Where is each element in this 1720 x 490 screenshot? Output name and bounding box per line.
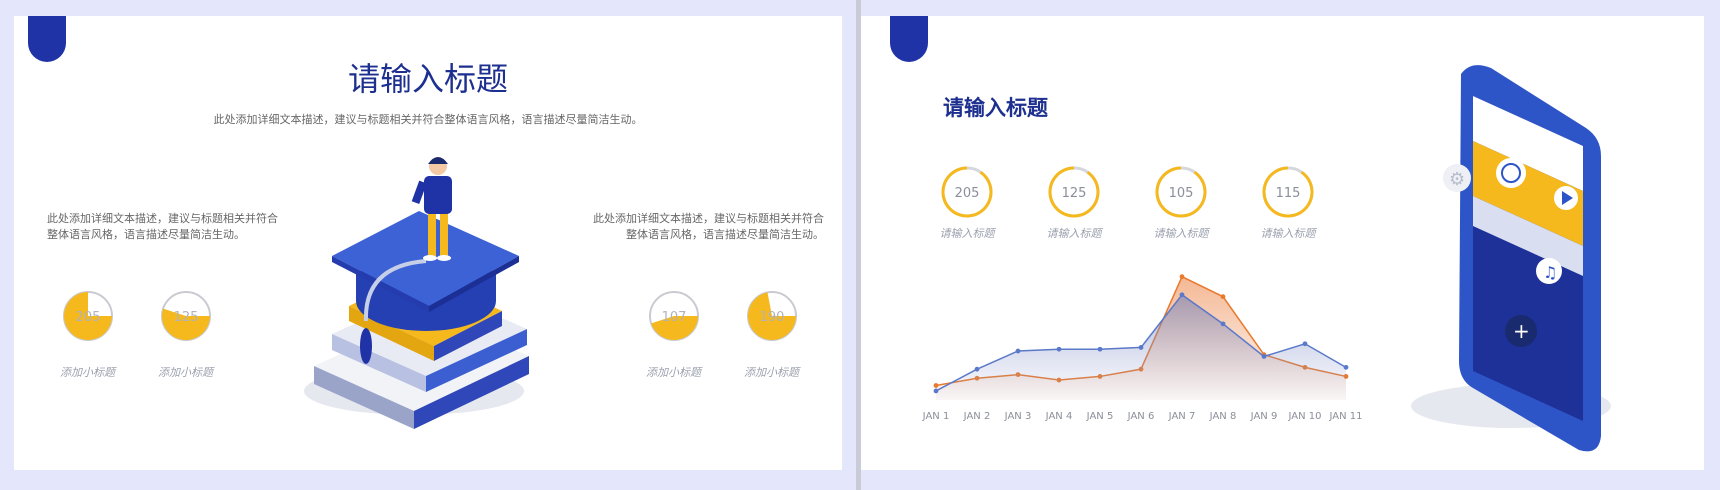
phone-illustration: ♫ + ⚙ [1411,65,1611,470]
svg-text:♫: ♫ [1543,263,1557,282]
svg-text:+: + [1513,319,1530,343]
home-button [1501,438,1551,470]
slide-left: 请输入标题 此处添加详细文本描述，建议与标题相关并符合整体语言风格，语言描述尽量… [0,0,856,490]
graduation-books-illustration [304,157,529,429]
slide-card: 请输入标题 205 125 105 115 请输入标题 请输入标题 请输入标题 请输入… [861,16,1704,470]
slide-right: 请输入标题 205 125 105 115 请输入标题 请输入标题 请输入标题 请输入… [861,0,1720,490]
slide-card: 请输入标题 此处添加详细文本描述，建议与标题相关并符合整体语言风格，语言描述尽量… [14,16,842,470]
svg-text:⚙: ⚙ [1449,169,1465,190]
globe-icon [1496,158,1526,188]
